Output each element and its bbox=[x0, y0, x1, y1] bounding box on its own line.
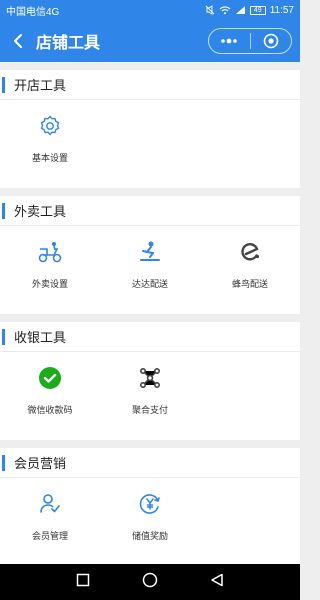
page-title: 店铺工具 bbox=[36, 35, 101, 52]
section-title: 会员营销 bbox=[14, 456, 67, 471]
tool-grid: 基本设置 bbox=[0, 100, 300, 188]
more-dots-icon bbox=[221, 38, 238, 44]
tool-label: 储值奖励 bbox=[131, 531, 168, 541]
section-accent-bar bbox=[2, 202, 5, 219]
tool-grid: 微信收款码 聚合支付 bbox=[0, 352, 300, 440]
triangle-back-icon bbox=[211, 573, 223, 586]
tool-label: 基本设置 bbox=[31, 153, 68, 163]
circle-icon bbox=[142, 572, 158, 587]
section-header: 开店工具 bbox=[0, 70, 300, 100]
mute-icon bbox=[205, 5, 215, 15]
section-title: 收银工具 bbox=[14, 330, 67, 345]
section-accent-bar bbox=[2, 76, 5, 93]
section-cashier-tools: 收银工具 微信收款码 聚合支付 bbox=[0, 322, 300, 440]
member-user-icon bbox=[37, 491, 63, 517]
home-button[interactable] bbox=[142, 572, 158, 593]
section-member-marketing: 会员营销 会员管理 储值奖励 bbox=[0, 448, 300, 566]
header-bar: 店铺工具 bbox=[0, 20, 300, 62]
status-bar: 中国电信4G 49 11:57 bbox=[0, 0, 300, 20]
tool-hummingbird-delivery[interactable]: 蜂鸟配送 bbox=[200, 226, 300, 314]
status-icons: 49 11:57 bbox=[205, 5, 294, 16]
tool-label: 聚合支付 bbox=[131, 405, 168, 415]
hummingbird-e-icon bbox=[237, 239, 263, 265]
clock: 11:57 bbox=[269, 4, 294, 16]
wifi-icon bbox=[219, 6, 231, 15]
system-navigation-bar bbox=[0, 564, 300, 600]
tool-label: 蜂鸟配送 bbox=[231, 279, 268, 289]
close-button[interactable] bbox=[251, 29, 292, 53]
more-button[interactable] bbox=[209, 29, 250, 53]
carrier-label: 中国电信4G bbox=[6, 6, 60, 18]
tool-member-management[interactable]: 会员管理 bbox=[0, 478, 100, 566]
tool-grid: 外卖设置 达达配送 蜂鸟配送 bbox=[0, 226, 300, 314]
tool-basic-settings[interactable]: 基本设置 bbox=[0, 100, 100, 188]
miniprogram-capsule bbox=[208, 28, 292, 54]
battery-level: 49 bbox=[253, 6, 262, 14]
section-delivery-tools: 外卖工具 外卖设置 达达配送 蜂鸟配送 bbox=[0, 196, 300, 314]
tool-aggregate-payment[interactable]: 聚合支付 bbox=[100, 352, 200, 440]
tool-stored-value-reward[interactable]: 储值奖励 bbox=[100, 478, 200, 566]
square-icon bbox=[76, 573, 90, 586]
target-circle-icon bbox=[263, 33, 279, 49]
tool-grid: 会员管理 储值奖励 bbox=[0, 478, 300, 566]
back-nav-button[interactable] bbox=[210, 573, 224, 592]
aggregate-network-icon bbox=[137, 365, 163, 391]
section-accent-bar bbox=[2, 328, 5, 345]
tool-wechat-pay-code[interactable]: 微信收款码 bbox=[0, 352, 100, 440]
tool-label: 微信收款码 bbox=[27, 405, 73, 415]
tool-label: 外卖设置 bbox=[31, 279, 68, 289]
section-accent-bar bbox=[2, 454, 5, 471]
tool-delivery-settings[interactable]: 外卖设置 bbox=[0, 226, 100, 314]
recent-apps-button[interactable] bbox=[76, 573, 90, 592]
chevron-left-icon bbox=[14, 34, 22, 48]
tool-sections: 开店工具 基本设置 外卖工具 外卖设置 达达配送 蜂鸟配送 收银工具 微信收款码… bbox=[0, 62, 300, 566]
stored-value-yen-icon bbox=[137, 491, 163, 517]
delivery-scooter-icon bbox=[37, 239, 63, 265]
tool-label: 会员管理 bbox=[31, 531, 68, 541]
section-header: 会员营销 bbox=[0, 448, 300, 478]
section-title: 外卖工具 bbox=[14, 204, 67, 219]
battery-indicator: 49 bbox=[249, 5, 266, 15]
tool-dada-delivery[interactable]: 达达配送 bbox=[100, 226, 200, 314]
section-title: 开店工具 bbox=[14, 78, 67, 93]
signal-icon bbox=[235, 6, 245, 14]
wechat-icon bbox=[37, 365, 63, 391]
section-header: 外卖工具 bbox=[0, 196, 300, 226]
tool-label: 达达配送 bbox=[131, 279, 168, 289]
section-store-tools: 开店工具 基本设置 bbox=[0, 70, 300, 188]
dada-courier-icon bbox=[137, 239, 163, 265]
section-header: 收银工具 bbox=[0, 322, 300, 352]
back-button[interactable] bbox=[4, 20, 32, 62]
gear-icon bbox=[37, 113, 63, 139]
